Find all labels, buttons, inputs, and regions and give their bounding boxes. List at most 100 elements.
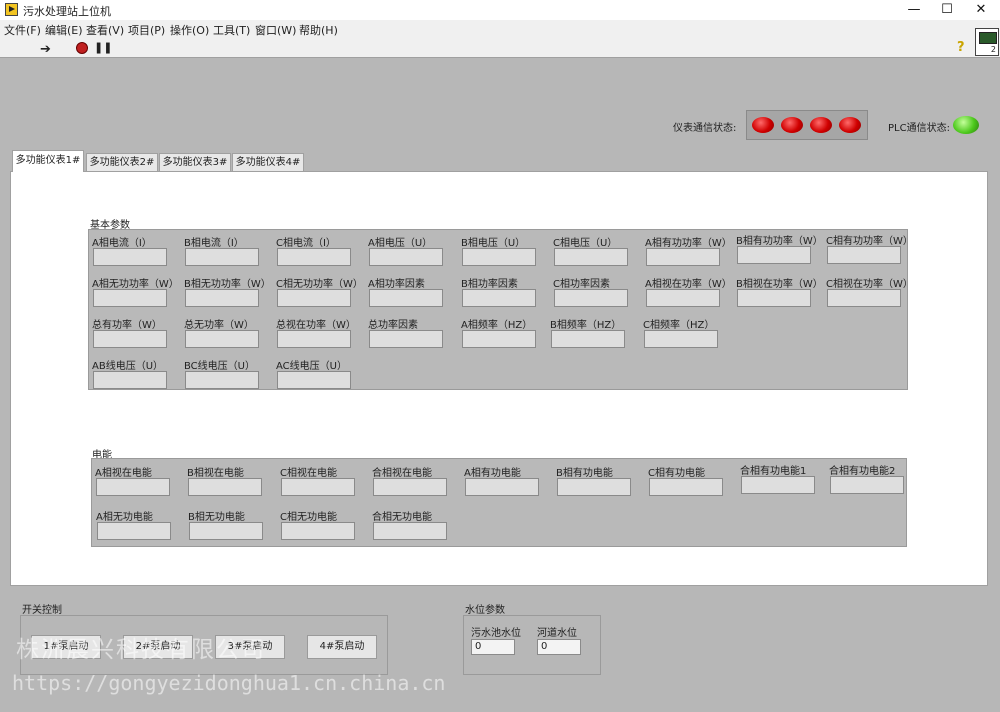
vi-icon: 2 [975,28,999,56]
a-reactive-energy-display [97,522,171,540]
menu-view[interactable]: 查看(V) [86,22,124,38]
c-apparent-power-display [827,289,901,307]
tab-meter-3[interactable]: 多功能仪表3# [159,153,231,171]
field-label: BC线电压（U） [184,361,255,372]
b-voltage-display [462,248,536,266]
a-apparent-energy-display [96,478,170,496]
field-label: A相视在功率（W） [645,279,732,290]
a-current-display [93,248,167,266]
c-frequency-display [644,330,718,348]
switch-control-title: 开关控制 [22,605,62,616]
total-apparent-power-display [277,330,351,348]
tab-meter-1[interactable]: 多功能仪表1# [12,150,84,172]
b-frequency-display [551,330,625,348]
field-label: C相功率因素 [553,279,610,290]
river-level-value: 0 [537,639,581,655]
watermark-company: 株洲晨兴科技有限公司 [16,637,266,663]
tab-meter-2[interactable]: 多功能仪表2# [86,153,158,171]
pool-level-label: 污水池水位 [471,628,521,639]
field-label: B相电流（I） [184,238,244,249]
pool-level-value: 0 [471,639,515,655]
field-label: A相功率因素 [368,279,425,290]
field-label: 合相视在电能 [372,468,432,479]
field-label: B相视在功率（W） [736,279,823,290]
field-label: C相有功功率（W） [826,236,913,247]
field-label: C相视在电能 [280,468,337,479]
c-voltage-display [554,248,628,266]
b-active-energy-display [557,478,631,496]
field-label: B相无功功率（W） [184,279,271,290]
c-apparent-energy-display [281,478,355,496]
meter-led-1 [752,117,774,133]
field-label: A相视在电能 [95,468,152,479]
field-label: A相无功功率（W） [92,279,179,290]
pump4-start-button[interactable]: 4#泵启动 [307,635,377,659]
b-active-power-display [737,246,811,264]
title-bar [0,0,1000,20]
plc-status-label: PLC通信状态: [888,123,950,134]
field-label: B相电压（U） [461,238,526,249]
total-power-factor-display [369,330,443,348]
field-label: A相电压（U） [368,238,433,249]
total-active-energy-1-display [741,476,815,494]
field-label: 总有功率（W） [92,320,162,331]
a-active-power-display [646,248,720,266]
pause-icon[interactable]: ❚❚ [94,41,112,54]
a-frequency-display [462,330,536,348]
c-active-power-display [827,246,901,264]
field-label: A相电流（I） [92,238,152,249]
b-reactive-energy-display [189,522,263,540]
stop-icon[interactable] [76,42,88,54]
total-apparent-energy-display [373,478,447,496]
menu-file[interactable]: 文件(F) [4,22,41,38]
field-label: B相无功电能 [188,512,245,523]
bc-line-voltage-display [185,371,259,389]
field-label: 总视在功率（W） [276,320,356,331]
menu-help[interactable]: 帮助(H) [299,22,338,38]
menu-window[interactable]: 窗口(W) [255,22,296,38]
total-active-energy-2-display [830,476,904,494]
vi-number: 2 [990,45,996,54]
field-label: B相有功功率（W） [736,236,823,247]
field-label: A相无功电能 [96,512,153,523]
field-label: 总无功率（W） [184,320,254,331]
field-label: C相无功功率（W） [276,279,363,290]
field-label: 合相有功电能1 [740,466,807,477]
a-voltage-display [369,248,443,266]
a-active-energy-display [465,478,539,496]
field-label: C相无功电能 [280,512,337,523]
c-reactive-energy-display [281,522,355,540]
menu-project[interactable]: 项目(P) [128,22,165,38]
field-label: AB线电压（U） [92,361,164,372]
c-current-display [277,248,351,266]
field-label: A相频率（HZ） [461,320,533,331]
tab-meter-4[interactable]: 多功能仪表4# [232,153,304,171]
field-label: A相有功功率（W） [645,238,732,249]
field-label: B相功率因素 [461,279,518,290]
minimize-button[interactable]: — [897,0,931,20]
c-reactive-power-display [277,289,351,307]
water-level-title: 水位参数 [465,605,505,616]
window-title: 污水处理站上位机 [23,5,111,18]
menu-edit[interactable]: 编辑(E) [45,22,83,38]
menu-operate[interactable]: 操作(O) [170,22,209,38]
field-label: 总功率因素 [368,320,418,331]
a-apparent-power-display [646,289,720,307]
a-power-factor-display [369,289,443,307]
total-reactive-power-display [185,330,259,348]
run-arrow-icon[interactable]: ➔ [40,42,51,57]
menu-tools[interactable]: 工具(T) [213,22,250,38]
plc-led [953,116,979,134]
field-label: B相频率（HZ） [550,320,622,331]
field-label: AC线电压（U） [276,361,347,372]
ab-line-voltage-display [93,371,167,389]
b-apparent-energy-display [188,478,262,496]
help-icon[interactable]: ? [957,40,965,55]
close-button[interactable]: ✕ [964,0,998,20]
watermark-url: https://gongyezidonghua1.cn.china.cn [12,671,446,695]
field-label: C相电流（I） [276,238,336,249]
ac-line-voltage-display [277,371,351,389]
b-reactive-power-display [185,289,259,307]
maximize-button[interactable]: ☐ [930,0,964,20]
field-label: C相视在功率（W） [826,279,913,290]
